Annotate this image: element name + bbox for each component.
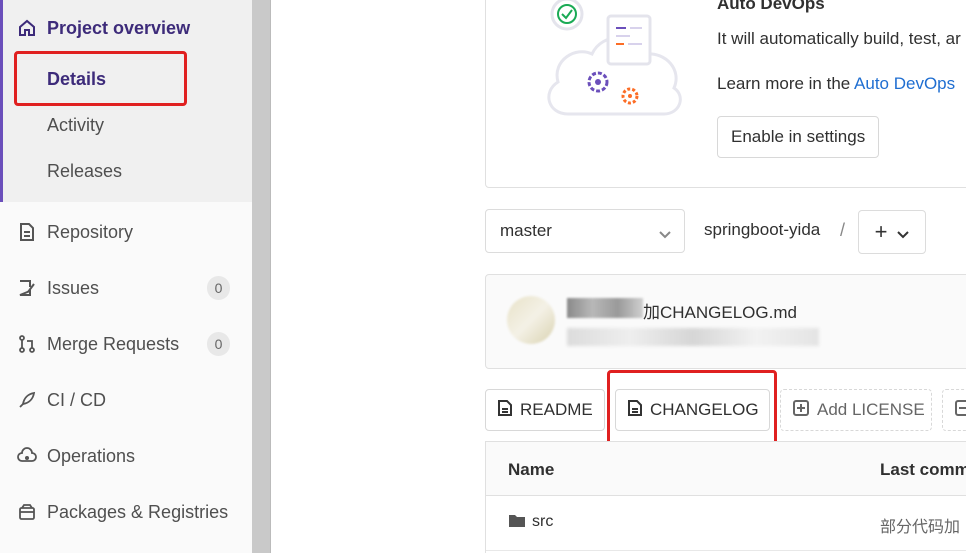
sidebar-item-label: Merge Requests [47, 333, 180, 354]
home-icon [17, 18, 37, 38]
last-commit-message[interactable]: 部分代码加 [880, 513, 960, 537]
sidebar-item-label: Releases [47, 160, 123, 181]
readme-label: README [520, 400, 593, 419]
sidebar-item-merge-requests[interactable]: Merge Requests 0 [0, 330, 252, 358]
add-license-label: Add LICENSE [817, 400, 925, 419]
breadcrumb-separator: / [840, 220, 846, 240]
enable-in-settings-label: Enable in settings [731, 127, 866, 146]
branch-selector[interactable]: master [485, 209, 685, 253]
devops-title: Auto DevOps [717, 0, 825, 13]
plus-square-icon [793, 399, 809, 421]
sidebar: Project overview Details Activity Releas… [0, 0, 252, 553]
sidebar-item-packages[interactable]: Packages & Registries [0, 498, 252, 526]
sidebar-item-label: Issues [47, 277, 100, 298]
devops-illustration [540, 0, 690, 131]
file-table: Name Last comm src 部分代码加 [485, 441, 966, 553]
merge-requests-count-badge: 0 [207, 332, 230, 356]
commit-title[interactable]: 加CHANGELOG.md [643, 298, 797, 323]
blurred-author [567, 298, 643, 318]
sidebar-item-issues[interactable]: Issues 0 [0, 274, 252, 302]
project-breadcrumb[interactable]: springboot-yida [704, 220, 820, 240]
sidebar-item-activity[interactable]: Activity [0, 111, 252, 139]
changelog-label: CHANGELOG [650, 400, 759, 419]
add-more-button[interactable] [942, 389, 966, 431]
chevron-down-icon [897, 219, 910, 245]
blurred-commit-meta [567, 328, 819, 346]
learn-more-prefix: Learn more in the [717, 74, 855, 93]
auto-devops-link[interactable]: Auto DevOps [854, 74, 955, 93]
changelog-button[interactable]: CHANGELOG [615, 389, 770, 431]
sidebar-item-label: Repository [47, 221, 134, 242]
issues-count-badge: 0 [207, 276, 230, 300]
column-header-last-commit: Last comm [880, 460, 966, 479]
sidebar-item-label: Activity [47, 114, 105, 135]
sidebar-item-label: CI / CD [47, 389, 107, 410]
branch-name: master [500, 221, 552, 240]
sidebar-item-label: Details [47, 68, 107, 89]
sidebar-item-project-overview[interactable]: Project overview [0, 14, 252, 42]
add-license-button[interactable]: Add LICENSE [780, 389, 932, 431]
sidebar-item-label: Operations [47, 445, 136, 466]
table-header: Name Last comm [486, 442, 966, 496]
sidebar-item-releases[interactable]: Releases [0, 157, 252, 185]
sidebar-item-details[interactable]: Details [0, 65, 252, 93]
merge-request-icon [17, 334, 37, 354]
app-root: Project overview Details Activity Releas… [0, 0, 966, 553]
readme-button[interactable]: README [485, 389, 605, 431]
document-icon [628, 399, 642, 421]
package-icon [17, 502, 37, 522]
sidebar-item-repository[interactable]: Repository [0, 218, 252, 246]
plus-icon: + [874, 219, 888, 244]
plus-square-icon [955, 399, 966, 421]
folder-icon [508, 513, 526, 533]
sidebar-item-label: Packages & Registries [47, 501, 229, 522]
sidebar-item-operations[interactable]: Operations [0, 442, 252, 470]
cloud-gear-icon [17, 446, 37, 466]
file-name-link[interactable]: src [532, 513, 553, 531]
document-icon [17, 222, 37, 242]
sidebar-item-cicd[interactable]: CI / CD [0, 386, 252, 414]
table-row[interactable]: src 部分代码加 [486, 497, 966, 551]
issues-icon [17, 278, 37, 298]
sidebar-scrollbar[interactable] [252, 0, 271, 553]
add-to-tree-button[interactable]: + [858, 210, 926, 254]
enable-in-settings-button[interactable]: Enable in settings [717, 116, 880, 158]
chevron-down-icon [658, 225, 672, 245]
avatar [507, 296, 555, 344]
devops-description: It will automatically build, test, ar [717, 29, 961, 48]
document-icon [498, 399, 512, 421]
devops-learn-more: Learn more in the Auto DevOps [717, 74, 955, 94]
column-header-name: Name [508, 460, 555, 479]
sidebar-item-label: Project overview [47, 17, 191, 38]
rocket-icon [17, 390, 37, 410]
